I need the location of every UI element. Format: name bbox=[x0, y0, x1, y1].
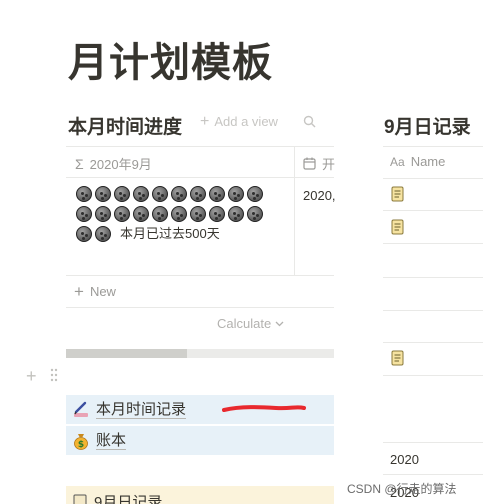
page-link-ledger[interactable]: $ 账本 bbox=[66, 426, 334, 455]
progress-unit-icon bbox=[114, 206, 130, 222]
progress-unit-icon bbox=[95, 226, 111, 242]
plus-icon: + bbox=[74, 282, 84, 301]
progress-unit-icon bbox=[76, 226, 92, 242]
progress-unit-icon bbox=[209, 206, 225, 222]
table-border bbox=[66, 275, 334, 276]
page-link-label: 9月日记录 bbox=[94, 494, 163, 504]
progress-unit-icon bbox=[209, 186, 225, 202]
progress-unit-icon bbox=[152, 186, 168, 202]
page-icon[interactable] bbox=[391, 350, 404, 366]
writing-icon bbox=[74, 401, 88, 417]
add-view-label: Add a view bbox=[214, 114, 278, 129]
table-border bbox=[383, 277, 483, 278]
notebook-icon bbox=[73, 494, 87, 504]
new-row-label: New bbox=[89, 284, 116, 299]
text-property-icon: Aa bbox=[390, 154, 405, 169]
page-link-daily-record[interactable]: 9月日记录 bbox=[66, 486, 334, 504]
red-annotation-mark bbox=[222, 405, 306, 412]
progress-unit-icon bbox=[190, 186, 206, 202]
money-bag-icon: $ bbox=[74, 433, 88, 450]
search-icon[interactable] bbox=[303, 115, 316, 128]
progress-unit-icon bbox=[114, 186, 130, 202]
progress-unit-icon bbox=[133, 186, 149, 202]
progress-unit-icon bbox=[95, 206, 111, 222]
page-icon[interactable] bbox=[391, 186, 404, 202]
progress-unit-icon bbox=[247, 186, 263, 202]
column-header-month[interactable]: Σ 2020年9月 bbox=[75, 154, 152, 173]
chevron-down-icon bbox=[275, 321, 284, 326]
column-header-label: Name bbox=[410, 154, 446, 169]
table-border bbox=[383, 474, 483, 475]
calendar-icon bbox=[303, 157, 316, 170]
column-header-label: 开 bbox=[322, 157, 336, 172]
sigma-icon: Σ bbox=[75, 155, 84, 172]
page-icon[interactable] bbox=[391, 219, 404, 235]
page-title: 月计划模板 bbox=[68, 41, 273, 85]
page-link-label: 本月时间记录 bbox=[96, 400, 187, 419]
table-border bbox=[383, 375, 483, 376]
progress-unit-icon bbox=[76, 206, 92, 222]
column-header-name[interactable]: Aa Name bbox=[390, 154, 445, 169]
progress-unit-icon bbox=[95, 186, 111, 202]
progress-unit-icon bbox=[228, 206, 244, 222]
progress-unit-icon bbox=[76, 186, 92, 202]
drag-handle-icon[interactable] bbox=[50, 368, 58, 382]
progress-unit-icon bbox=[228, 186, 244, 202]
table-border bbox=[383, 178, 483, 179]
table-border bbox=[383, 342, 483, 343]
calculate-dropdown[interactable]: Calculate bbox=[217, 316, 284, 331]
plus-icon: + bbox=[200, 113, 210, 130]
date-cell[interactable]: 2020 bbox=[390, 452, 419, 467]
table-border bbox=[383, 243, 483, 244]
progress-unit-icon bbox=[133, 206, 149, 222]
column-header-label: 2020年9月 bbox=[89, 157, 152, 172]
progress-cell[interactable]: 本月已过去500天 bbox=[76, 186, 276, 242]
progress-unit-icon bbox=[190, 206, 206, 222]
table-border bbox=[383, 146, 483, 147]
progress-unit-icon bbox=[171, 206, 187, 222]
database-title-left[interactable]: 本月时间进度 bbox=[68, 112, 182, 139]
database-title-right[interactable]: 9月日记录 bbox=[384, 112, 471, 139]
progress-unit-icon bbox=[247, 206, 263, 222]
page-link-label: 账本 bbox=[96, 431, 127, 450]
calculate-label: Calculate bbox=[217, 316, 272, 331]
column-divider bbox=[294, 146, 295, 275]
table-border bbox=[383, 310, 483, 311]
table-border bbox=[66, 307, 334, 308]
progress-unit-icon bbox=[152, 206, 168, 222]
table-border bbox=[383, 210, 483, 211]
table-border bbox=[383, 442, 483, 443]
progress-unit-icon bbox=[171, 186, 187, 202]
add-block-icon[interactable]: + bbox=[26, 367, 37, 385]
new-row-button[interactable]: + New bbox=[74, 282, 116, 301]
add-view-button[interactable]: + Add a view bbox=[200, 113, 278, 130]
date-cell[interactable]: 2020, bbox=[303, 188, 336, 203]
scrollbar-thumb[interactable] bbox=[66, 349, 187, 358]
column-header-date[interactable]: 开 bbox=[303, 154, 335, 173]
svg-text:$: $ bbox=[78, 440, 84, 450]
watermark: CSDN @行走的算法 bbox=[347, 482, 457, 496]
progress-text: 本月已过去500天 bbox=[120, 226, 220, 241]
